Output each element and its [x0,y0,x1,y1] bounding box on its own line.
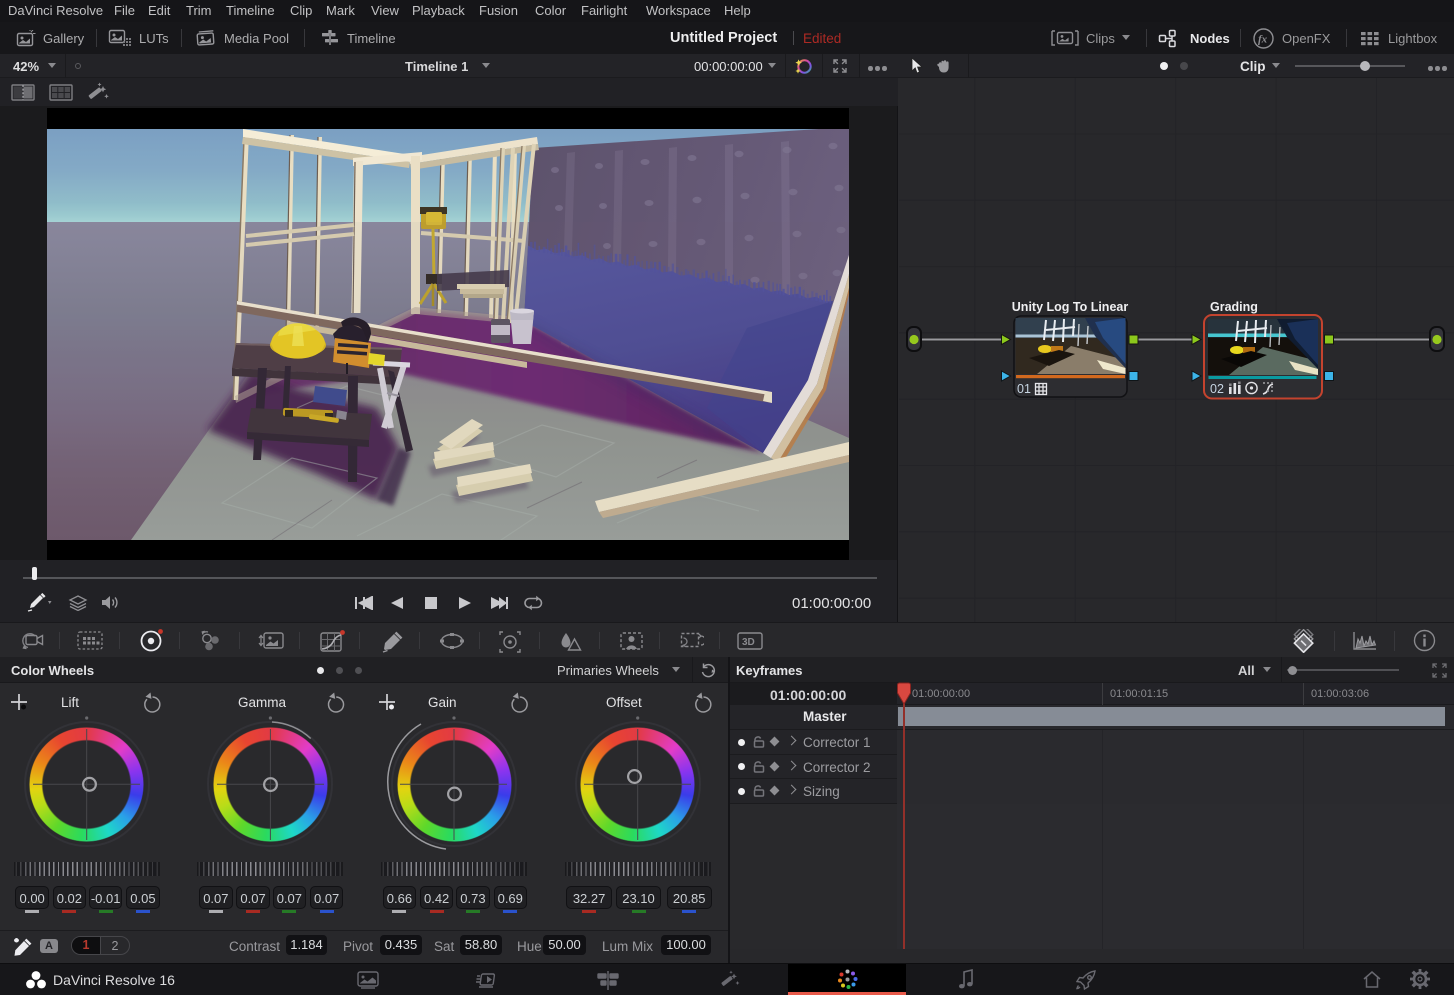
svg-text:fx: fx [1258,33,1268,45]
svg-text:Grading: Grading [1210,300,1258,314]
svg-text:02: 02 [1210,382,1224,396]
svg-text:01: 01 [1017,382,1031,396]
svg-text:3D: 3D [742,637,755,648]
svg-text:Unity Log To Linear: Unity Log To Linear [1012,300,1129,314]
